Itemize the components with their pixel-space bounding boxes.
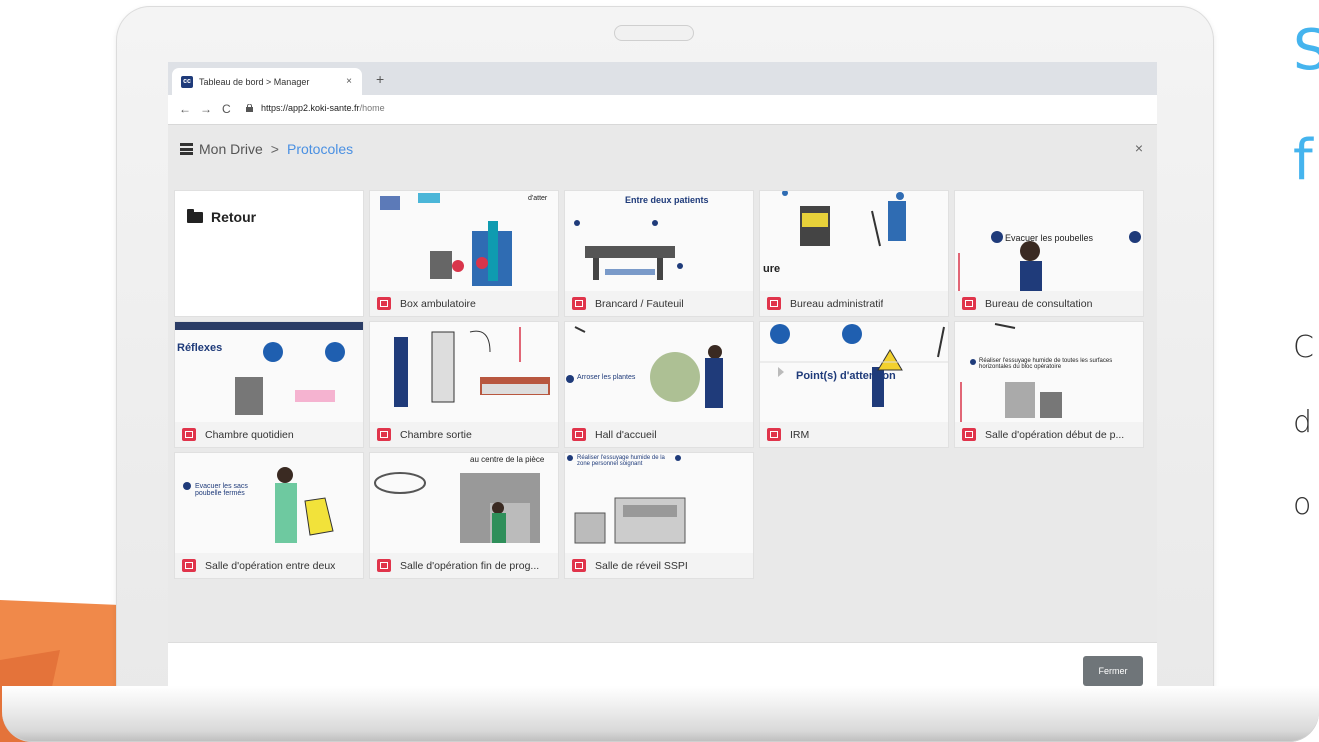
file-card[interactable]: Evacuer les sacs poubelle fermés Salle d… [175,453,363,578]
side-heading-2: f [1293,128,1313,193]
file-thumbnail: Evacuer les sacs poubelle fermés [175,453,363,553]
file-name: Salle d'opération début de p... [985,428,1125,441]
thumbnail-text: Réaliser l'essuyage humide de la zone pe… [577,455,665,467]
image-file-icon [377,297,391,310]
file-thumbnail: ure [760,191,948,291]
file-thumbnail: d'atter [370,191,558,291]
new-tab-button[interactable]: + [376,71,384,87]
close-icon[interactable]: × [1135,140,1143,156]
file-card[interactable]: Point(s) d'attention IRM [760,322,948,447]
breadcrumb-root[interactable]: Mon Drive [199,141,263,157]
thumbnail-text: d'atter [528,195,548,202]
thumbnail-text: Entre deux patients [625,195,709,205]
image-file-icon [377,428,391,441]
url-host: https://app2.koki-sante.fr [261,103,360,113]
folder-open-icon [187,208,203,223]
file-card[interactable]: d'atter Box ambulatoire [370,191,558,316]
file-card[interactable]: Réflexes Chambre quotidien [175,322,363,447]
file-name: IRM [790,428,810,441]
file-name: Hall d'accueil [595,428,657,441]
drive-modal: Mon Drive > Protocoles × Retour d'atter … [168,125,1157,688]
file-thumbnail: Entre deux patients [565,191,753,291]
side-text-2: d [1293,405,1313,440]
image-file-icon [572,297,586,310]
file-name: Chambre sortie [400,428,472,441]
reload-icon[interactable]: C [222,102,231,116]
thumbnail-text: Réflexes [177,342,223,354]
file-thumbnail: Réaliser l'essuyage humide de toutes les… [955,322,1143,422]
thumbnail-text: Point(s) d'attention [796,370,896,382]
file-card[interactable]: Arroser les plantes Hall d'accueil [565,322,753,447]
file-thumbnail: Réflexes [175,322,363,422]
file-card[interactable]: Réaliser l'essuyage humide de la zone pe… [565,453,753,578]
file-name: Chambre quotidien [205,428,294,441]
laptop-screen: cc Tableau de bord > Manager × + ← → C h… [168,62,1157,688]
drive-icon [180,143,193,155]
file-name: Box ambulatoire [400,297,476,310]
image-file-icon [377,559,391,572]
file-thumbnail: Réaliser l'essuyage humide de la zone pe… [565,453,753,553]
breadcrumb-separator: > [270,141,279,157]
thumbnail-text: Evacuer les poubelles [1005,233,1094,243]
file-name: Bureau de consultation [985,297,1093,310]
back-arrow-icon[interactable]: ← [179,102,191,116]
laptop-camera [614,25,694,41]
file-name: Salle d'opération fin de prog... [400,559,540,572]
tab-close-icon[interactable]: × [346,76,352,87]
laptop-base [2,686,1319,742]
close-button[interactable]: Fermer [1083,656,1143,686]
file-card[interactable]: ure Bureau administratif [760,191,948,316]
breadcrumb: Mon Drive > Protocoles × [168,125,1157,173]
image-file-icon [767,428,781,441]
image-file-icon [182,428,196,441]
file-card[interactable]: Réaliser l'essuyage humide de toutes les… [955,322,1143,447]
url-field[interactable]: https://app2.koki-sante.fr/home [246,103,385,113]
file-thumbnail: Arroser les plantes [565,322,753,422]
thumbnail-text: Réaliser l'essuyage humide de toutes les… [979,358,1113,370]
image-file-icon [572,428,586,441]
back-label: Retour [211,209,257,225]
file-thumbnail: Point(s) d'attention [760,322,948,422]
thumbnail-text: ure [763,263,781,275]
thumbnail-text: Evacuer les sacs poubelle fermés [195,483,248,497]
side-text-3: o [1293,487,1312,522]
file-thumbnail: Evacuer les poubelles [955,191,1143,291]
file-thumbnail: au centre de la pièce [370,453,558,553]
file-name: Bureau administratif [790,297,884,310]
thumbnail-text: Arroser les plantes [577,374,636,381]
favicon-icon: cc [181,75,193,88]
browser-tab[interactable]: cc Tableau de bord > Manager × [172,68,362,95]
browser-tab-bar: cc Tableau de bord > Manager × + [168,62,1157,95]
file-grid: Retour d'atter Box ambulatoire Entre deu… [175,191,1150,578]
thumbnail-text: au centre de la pièce [470,455,545,464]
side-heading-1: S [1293,18,1319,83]
back-tile[interactable]: Retour [175,191,363,316]
url-path: /home [359,103,385,113]
file-name: Salle d'opération entre deux [205,559,336,572]
image-file-icon [182,559,196,572]
file-card[interactable]: Evacuer les poubelles Bureau de consulta… [955,191,1143,316]
file-card[interactable]: Entre deux patients Brancard / Fauteuil [565,191,753,316]
file-name: Brancard / Fauteuil [595,297,684,310]
side-text-1: C [1293,330,1314,365]
image-file-icon [962,297,976,310]
breadcrumb-current[interactable]: Protocoles [287,141,353,157]
image-file-icon [572,559,586,572]
image-file-icon [962,428,976,441]
modal-footer: Fermer [168,642,1157,688]
file-thumbnail [370,322,558,422]
file-card[interactable]: Chambre sortie [370,322,558,447]
file-name: Salle de réveil SSPI [595,559,688,572]
address-bar: ← → C https://app2.koki-sante.fr/home [168,95,1157,125]
image-file-icon [767,297,781,310]
lock-icon [246,104,253,112]
tab-title: Tableau de bord > Manager [199,76,310,87]
file-card[interactable]: au centre de la pièce Salle d'opération … [370,453,558,578]
forward-arrow-icon[interactable]: → [200,102,212,116]
